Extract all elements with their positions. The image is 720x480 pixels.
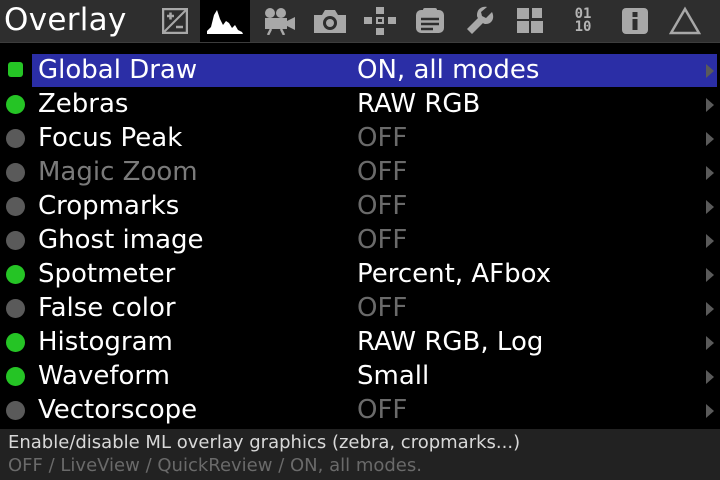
menu-item-value: Small: [357, 361, 430, 391]
delta-triangle-icon: [669, 6, 701, 36]
info-icon: [620, 6, 650, 36]
menu-item-label: Waveform: [38, 361, 170, 391]
menu-item-value: OFF: [357, 293, 408, 323]
menu-item-waveform[interactable]: Waveform Small: [0, 359, 720, 393]
menu-item-label: False color: [38, 293, 176, 323]
menu-item-magic-zoom[interactable]: Magic Zoom OFF: [0, 155, 720, 189]
tab-exposure[interactable]: [150, 0, 200, 42]
submenu-arrow-icon[interactable]: [706, 200, 714, 214]
display-icon: [413, 7, 447, 35]
focus-icon: [362, 6, 398, 36]
menu-item-value: OFF: [357, 395, 408, 425]
menu-item-label: Global Draw: [38, 55, 198, 85]
menu-item-label: Magic Zoom: [38, 157, 198, 187]
tab-tweaks[interactable]: [455, 0, 505, 42]
tab-modules[interactable]: [505, 0, 555, 42]
menu-item-label: Cropmarks: [38, 191, 180, 221]
menu-item-false-color[interactable]: False color OFF: [0, 291, 720, 325]
submenu-arrow-icon[interactable]: [706, 336, 714, 350]
submenu-arrow-icon[interactable]: [706, 234, 714, 248]
histogram-icon: [205, 7, 245, 35]
exposure-plus-minus-icon: [162, 8, 188, 34]
status-indicator-icon: [6, 129, 25, 148]
tab-movie[interactable]: [255, 0, 305, 42]
menu-item-vectorscope[interactable]: Vectorscope OFF: [0, 393, 720, 427]
modules-icon: [515, 6, 545, 36]
menu-item-value: OFF: [357, 191, 408, 221]
menu-item-spotmeter[interactable]: Spotmeter Percent, AFbox: [0, 257, 720, 291]
menu-item-label: Vectorscope: [38, 395, 198, 425]
movie-camera-icon: [262, 7, 298, 35]
status-indicator-icon: [6, 95, 25, 114]
menu-item-zebras[interactable]: Zebras RAW RGB: [0, 87, 720, 121]
submenu-arrow-icon[interactable]: [706, 370, 714, 384]
menu-item-value: RAW RGB: [357, 89, 481, 119]
menu-item-focus-peak[interactable]: Focus Peak OFF: [0, 121, 720, 155]
menu-tab-bar: Overlay 01 10: [0, 0, 720, 43]
status-indicator-icon: [8, 62, 23, 77]
menu-item-value: ON, all modes: [357, 55, 540, 85]
help-options: OFF / LiveView / QuickReview / ON, all m…: [8, 455, 422, 476]
status-indicator-icon: [6, 231, 25, 250]
tab-display[interactable]: [405, 0, 455, 42]
overlay-menu-list: Global Draw ON, all modes Zebras RAW RGB Foc…: [0, 53, 720, 427]
status-indicator-icon: [6, 265, 25, 284]
page-title: Overlay: [4, 2, 127, 38]
menu-item-global-draw[interactable]: Global Draw ON, all modes: [0, 53, 720, 87]
menu-item-cropmarks[interactable]: Cropmarks OFF: [0, 189, 720, 223]
submenu-arrow-icon[interactable]: [706, 64, 714, 78]
tab-focus[interactable]: [355, 0, 405, 42]
help-footer: Enable/disable ML overlay graphics (zebr…: [0, 429, 720, 480]
tab-debug[interactable]: 01 10: [558, 0, 608, 42]
menu-item-value: RAW RGB, Log: [357, 327, 544, 357]
menu-item-value: Percent, AFbox: [357, 259, 552, 289]
menu-item-label: Histogram: [38, 327, 173, 357]
menu-item-label: Zebras: [38, 89, 129, 119]
menu-item-label: Spotmeter: [38, 259, 176, 289]
submenu-arrow-icon[interactable]: [706, 132, 714, 146]
menu-item-value: OFF: [357, 157, 408, 187]
tab-overlay[interactable]: [200, 0, 250, 42]
menu-item-histogram[interactable]: Histogram RAW RGB, Log: [0, 325, 720, 359]
submenu-arrow-icon[interactable]: [706, 302, 714, 316]
debug-binary-icon: 01 10: [574, 6, 592, 35]
status-indicator-icon: [6, 401, 25, 420]
status-indicator-icon: [6, 333, 25, 352]
submenu-arrow-icon[interactable]: [706, 98, 714, 112]
photo-camera-icon: [312, 7, 348, 35]
submenu-arrow-icon[interactable]: [706, 166, 714, 180]
menu-item-label: Ghost image: [38, 225, 204, 255]
status-indicator-icon: [6, 197, 25, 216]
tab-mymenu[interactable]: [660, 0, 710, 42]
submenu-arrow-icon[interactable]: [706, 268, 714, 282]
status-indicator-icon: [6, 163, 25, 182]
help-description: Enable/disable ML overlay graphics (zebr…: [8, 432, 521, 453]
wrench-icon: [465, 6, 495, 36]
menu-item-value: OFF: [357, 123, 408, 153]
menu-item-ghost-image[interactable]: Ghost image OFF: [0, 223, 720, 257]
menu-item-value: OFF: [357, 225, 408, 255]
status-indicator-icon: [6, 367, 25, 386]
tab-shoot[interactable]: [305, 0, 355, 42]
menu-item-label: Focus Peak: [38, 123, 183, 153]
tab-help[interactable]: [610, 0, 660, 42]
status-indicator-icon: [6, 299, 25, 318]
submenu-arrow-icon[interactable]: [706, 404, 714, 418]
